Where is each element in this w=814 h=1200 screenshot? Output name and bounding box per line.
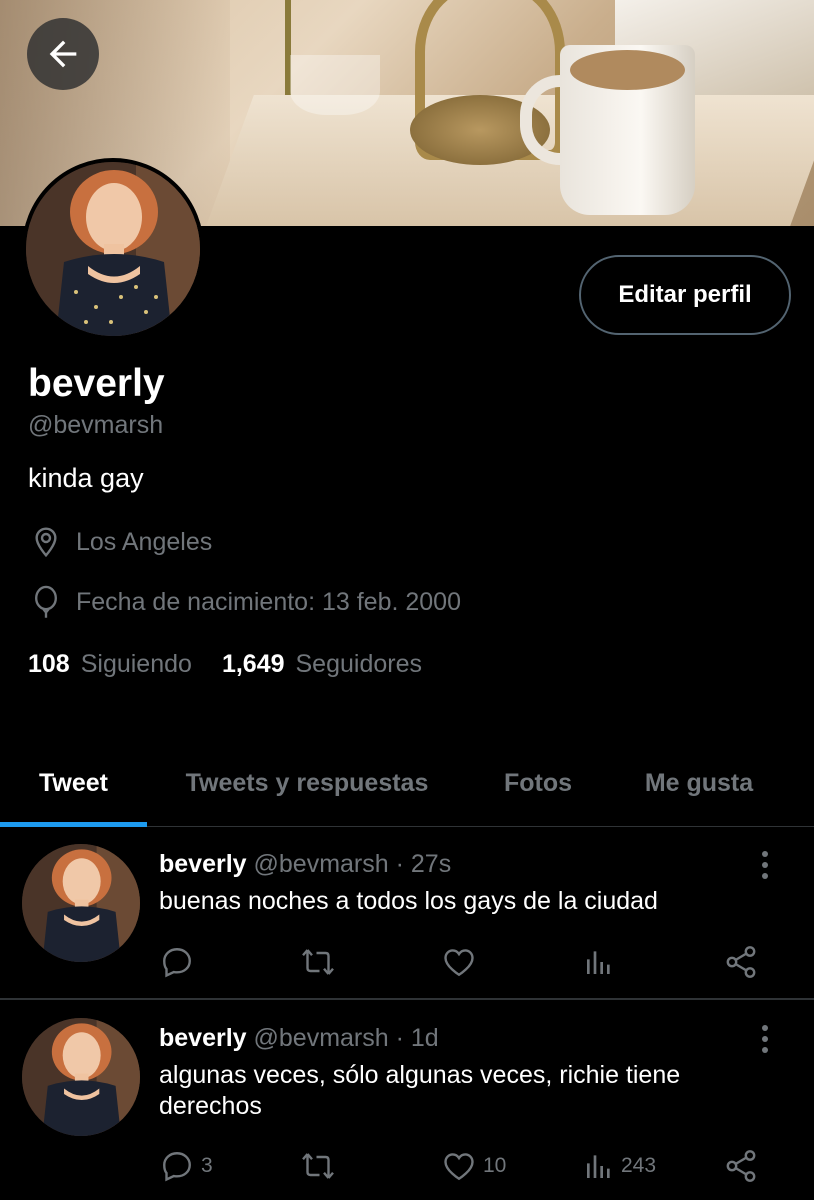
tab-tweets-replies[interactable]: Tweets y respuestas xyxy=(147,740,467,827)
following-label[interactable]: Siguiendo xyxy=(81,650,192,679)
tweet-author-name[interactable]: beverly xyxy=(159,850,247,878)
arrow-left-icon xyxy=(49,40,77,68)
analytics-icon xyxy=(587,1155,610,1178)
tweet-time: · 1d xyxy=(395,1024,439,1052)
tab-label: Fotos xyxy=(503,769,573,797)
tweet-author-name[interactable]: beverly xyxy=(159,1024,247,1052)
tab-photos[interactable]: Fotos xyxy=(467,740,609,827)
tweet-header: beverly @bevmarsh · 1d xyxy=(159,1024,439,1053)
like-button[interactable]: 10 xyxy=(441,1148,506,1184)
more-vertical-icon xyxy=(762,1025,768,1053)
tab-tweets[interactable]: Tweet xyxy=(0,740,147,827)
tab-likes[interactable]: Me gusta xyxy=(609,740,789,827)
retweet-button[interactable] xyxy=(299,1148,343,1184)
tweet[interactable]: beverly @bevmarsh · 27s buenas noches a … xyxy=(0,828,814,998)
share-button[interactable] xyxy=(723,1148,759,1184)
banner-vase xyxy=(290,55,380,115)
profile-name: beverly xyxy=(28,362,165,405)
more-vertical-icon xyxy=(762,851,768,879)
tweet-actions: 3 10 243 xyxy=(159,1148,769,1188)
profile-handle: @bevmarsh xyxy=(28,411,164,439)
banner-mug-tea xyxy=(570,50,685,90)
more-options-button[interactable] xyxy=(752,1024,778,1059)
tweet-text: algunas veces, sólo algunas veces, richi… xyxy=(159,1061,681,1120)
tweet-author-handle[interactable]: @bevmarsh xyxy=(254,850,389,878)
profile-tabs: Tweet Tweets y respuestas Fotos Me gusta xyxy=(0,740,814,827)
share-button[interactable] xyxy=(723,944,759,980)
birthday-text: Fecha de nacimiento: 13 feb. 2000 xyxy=(76,587,461,616)
avatar-image xyxy=(22,844,140,962)
share-icon xyxy=(726,946,756,978)
retweet-button[interactable] xyxy=(299,944,343,980)
profile-bio: kinda gay xyxy=(28,463,144,493)
heart-icon xyxy=(444,949,474,977)
tweet-time: · 27s xyxy=(395,850,452,878)
views-button[interactable] xyxy=(583,944,621,980)
like-button[interactable] xyxy=(441,944,483,980)
tweet[interactable]: beverly @bevmarsh · 1d algunas veces, só… xyxy=(0,1000,814,1200)
more-options-button[interactable] xyxy=(752,850,778,885)
tab-label: Me gusta xyxy=(644,769,754,797)
edit-profile-button[interactable]: Editar perfil xyxy=(579,255,791,335)
balloon-icon xyxy=(35,585,57,618)
reply-count: 3 xyxy=(201,1154,213,1177)
followers-count[interactable]: 1,649 xyxy=(222,650,285,679)
back-button[interactable] xyxy=(27,18,99,90)
reply-icon xyxy=(163,948,191,978)
retweet-icon xyxy=(302,1153,334,1179)
tweet-text: buenas noches a todos los gays de la ciu… xyxy=(159,887,658,915)
profile-location: Los Angeles xyxy=(30,526,212,558)
views-button[interactable]: 243 xyxy=(583,1148,656,1184)
reply-button[interactable]: 3 xyxy=(159,1148,213,1184)
tab-label: Tweets y respuestas xyxy=(185,769,429,797)
location-pin-icon xyxy=(35,527,57,558)
following-count[interactable]: 108 xyxy=(28,650,70,679)
retweet-icon xyxy=(302,949,334,975)
avatar-image xyxy=(26,162,200,336)
follow-stats: 108 Siguiendo 1,649 Seguidores xyxy=(28,650,452,679)
tweet-actions xyxy=(159,944,769,984)
view-count: 243 xyxy=(621,1154,657,1177)
location-text: Los Angeles xyxy=(76,527,213,556)
tweet-header: beverly @bevmarsh · 27s xyxy=(159,850,451,879)
avatar-image xyxy=(22,1018,140,1136)
tweet-avatar[interactable] xyxy=(22,844,140,962)
like-count: 10 xyxy=(483,1154,507,1177)
followers-label[interactable]: Seguidores xyxy=(296,650,422,679)
share-icon xyxy=(726,1150,756,1182)
profile-avatar[interactable] xyxy=(22,158,204,340)
reply-icon xyxy=(163,1152,191,1182)
reply-button[interactable] xyxy=(159,944,201,980)
profile-birthday: Fecha de nacimiento: 13 feb. 2000 xyxy=(30,585,461,619)
tweet-avatar[interactable] xyxy=(22,1018,140,1136)
heart-icon xyxy=(444,1153,474,1181)
tab-label: Tweet xyxy=(39,769,108,797)
analytics-icon xyxy=(587,951,610,974)
active-tab-indicator xyxy=(0,822,147,827)
tweet-author-handle[interactable]: @bevmarsh xyxy=(254,1024,389,1052)
